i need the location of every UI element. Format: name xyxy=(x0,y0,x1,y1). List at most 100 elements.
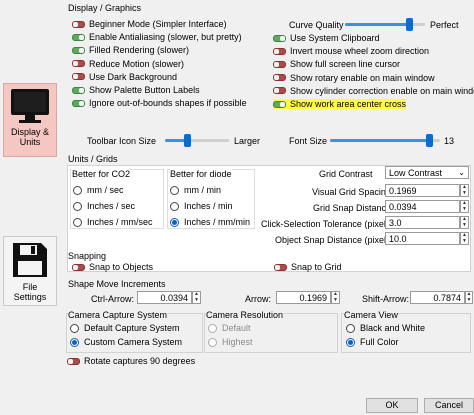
visual-grid-spacing-label: Visual Grid Spacing xyxy=(312,187,391,197)
co2-radio-2[interactable]: Inches / mm/sec xyxy=(73,217,153,227)
grid-contrast-select[interactable]: Low Contrast ⌄ xyxy=(385,166,469,179)
toggle-switch-icon xyxy=(72,99,85,107)
tab-file-settings-label: File Settings xyxy=(13,282,47,302)
full-color-radio[interactable]: Full Color xyxy=(346,337,399,347)
chevron-down-icon: ⌄ xyxy=(458,168,465,177)
diode-radio-label: Inches / mm/min xyxy=(184,217,251,227)
co2-radio-1[interactable]: Inches / sec xyxy=(73,201,135,211)
left-toggle-4[interactable]: Use Dark Background xyxy=(72,72,177,82)
co2-radio-label: mm / sec xyxy=(87,185,124,195)
left-toggle-2[interactable]: Filled Rendering (slower) xyxy=(72,45,189,55)
camera-capture-title: Camera Capture System xyxy=(68,310,168,320)
ctrl-arrow-label: Ctrl-Arrow: xyxy=(91,294,134,304)
toggle-switch-icon xyxy=(72,33,85,41)
black-white-radio[interactable]: Black and White xyxy=(346,323,425,333)
ctrl-arrow-input[interactable]: 0.0394 xyxy=(137,291,192,304)
left-toggle-label: Filled Rendering (slower) xyxy=(89,45,190,56)
slider-handle[interactable] xyxy=(426,134,433,147)
full-color-label: Full Color xyxy=(360,337,399,347)
arrow-spinner[interactable]: ▲ ▼ xyxy=(331,291,340,304)
object-snap-input[interactable]: 10.0 xyxy=(385,232,460,245)
right-toggle-5[interactable]: Show work area center cross xyxy=(273,99,407,109)
right-toggle-2[interactable]: Show full screen line cursor xyxy=(273,59,400,69)
units-section-title: Units / Grids xyxy=(68,154,118,164)
resolution-highest-radio[interactable]: Highest xyxy=(208,337,253,347)
tab-display-units[interactable]: Display & Units xyxy=(3,83,57,157)
tab-display-units-label: Display & Units xyxy=(10,127,49,147)
black-white-label: Black and White xyxy=(360,323,426,333)
left-toggle-6[interactable]: Ignore out-of-bounds shapes if possible xyxy=(72,98,247,108)
left-toggle-label: Use Dark Background xyxy=(89,71,178,82)
diode-radio-1[interactable]: Inches / min xyxy=(170,201,233,211)
toolbar-icon-size-end-label: Larger xyxy=(234,136,261,146)
arrow-input[interactable]: 0.1969 xyxy=(276,291,331,304)
snap-to-grid-label: Snap to Grid xyxy=(291,262,342,272)
radio-button-icon xyxy=(70,337,79,347)
left-toggle-5[interactable]: Show Palette Button Labels xyxy=(72,85,200,95)
resolution-default-radio[interactable]: Default xyxy=(208,323,251,333)
snap-to-grid-toggle[interactable]: Snap to Grid xyxy=(274,262,342,272)
radio-button-icon xyxy=(208,323,217,333)
toggle-switch-icon xyxy=(72,20,85,28)
custom-camera-label: Custom Camera System xyxy=(84,337,183,347)
diode-radio-2[interactable]: Inches / mm/min xyxy=(170,217,250,227)
ctrl-arrow-spinner[interactable]: ▲ ▼ xyxy=(192,291,201,304)
toggle-switch-icon xyxy=(72,263,85,271)
rotate-captures-toggle[interactable]: Rotate captures 90 degrees xyxy=(67,356,195,366)
custom-camera-radio[interactable]: Custom Camera System xyxy=(70,337,182,347)
co2-radio-0[interactable]: mm / sec xyxy=(73,185,124,195)
radio-button-icon xyxy=(73,185,82,195)
left-toggle-label: Show Palette Button Labels xyxy=(89,85,200,95)
radio-button-icon xyxy=(73,217,82,227)
co2-radio-label: Inches / sec xyxy=(87,201,136,211)
toggle-switch-icon xyxy=(67,357,80,365)
radio-button-icon xyxy=(346,337,355,347)
snapping-section-title: Snapping xyxy=(68,251,107,261)
right-toggle-label: Show full screen line cursor xyxy=(290,59,401,70)
right-toggle-4[interactable]: Show cylinder correction enable on main … xyxy=(273,86,474,96)
toggle-switch-icon xyxy=(273,87,286,95)
toggle-switch-icon xyxy=(72,46,85,54)
visual-grid-spacing-input[interactable]: 0.1969 xyxy=(385,184,460,197)
visual-grid-spacing-spinner[interactable]: ▲ ▼ xyxy=(460,184,469,197)
right-toggle-0[interactable]: Use System Clipboard xyxy=(273,33,380,43)
shift-arrow-input[interactable]: 0.7874 xyxy=(410,291,465,304)
slider-rail xyxy=(187,139,229,142)
co2-group-title: Better for CO2 xyxy=(72,169,131,179)
left-toggle-label: Ignore out-of-bounds shapes if possible xyxy=(89,98,247,109)
curve-quality-end-label: Perfect xyxy=(430,20,459,30)
radio-button-icon xyxy=(170,201,179,211)
left-toggle-3[interactable]: Reduce Motion (slower) xyxy=(72,59,184,69)
object-snap-spinner[interactable]: ▲ ▼ xyxy=(460,232,469,245)
click-tolerance-input[interactable]: 3.0 xyxy=(385,216,460,229)
radio-button-icon xyxy=(346,323,355,333)
resolution-default-label: Default xyxy=(222,323,251,333)
display-section-title: Display / Graphics xyxy=(68,3,142,13)
grid-snap-distance-input[interactable]: 0.0394 xyxy=(385,200,460,213)
slider-fill xyxy=(330,139,429,142)
default-capture-radio[interactable]: Default Capture System xyxy=(70,323,180,333)
shift-arrow-label: Shift-Arrow: xyxy=(362,294,410,304)
left-toggle-0[interactable]: Beginner Mode (Simpler Interface) xyxy=(72,19,227,29)
tab-file-settings[interactable]: File Settings xyxy=(3,236,57,306)
click-tolerance-spinner[interactable]: ▲ ▼ xyxy=(460,216,469,229)
toggle-switch-icon xyxy=(273,60,286,68)
slider-handle[interactable] xyxy=(184,134,192,147)
left-toggle-label: Reduce Motion (slower) xyxy=(89,58,185,69)
shift-arrow-spinner[interactable]: ▲ ▼ xyxy=(465,291,473,304)
right-toggle-3[interactable]: Show rotary enable on main window xyxy=(273,73,435,83)
snap-to-objects-toggle[interactable]: Snap to Objects xyxy=(72,262,153,272)
toggle-switch-icon xyxy=(72,86,85,94)
toggle-switch-icon xyxy=(273,74,286,82)
object-snap-label: Object Snap Distance (pixels) xyxy=(275,235,394,245)
diode-radio-0[interactable]: mm / min xyxy=(170,185,221,195)
cancel-button[interactable]: Cancel xyxy=(424,398,474,413)
ok-button[interactable]: OK xyxy=(366,398,418,413)
co2-radio-label: Inches / mm/sec xyxy=(87,217,153,227)
left-toggle-1[interactable]: Enable Antialiasing (slower, but pretty) xyxy=(72,32,242,42)
grid-contrast-value: Low Contrast xyxy=(389,168,443,178)
slider-handle[interactable] xyxy=(406,18,413,31)
grid-snap-distance-spinner[interactable]: ▲ ▼ xyxy=(460,200,469,213)
right-toggle-1[interactable]: Invert mouse wheel zoom direction xyxy=(273,46,429,56)
toggle-switch-icon xyxy=(273,47,286,55)
